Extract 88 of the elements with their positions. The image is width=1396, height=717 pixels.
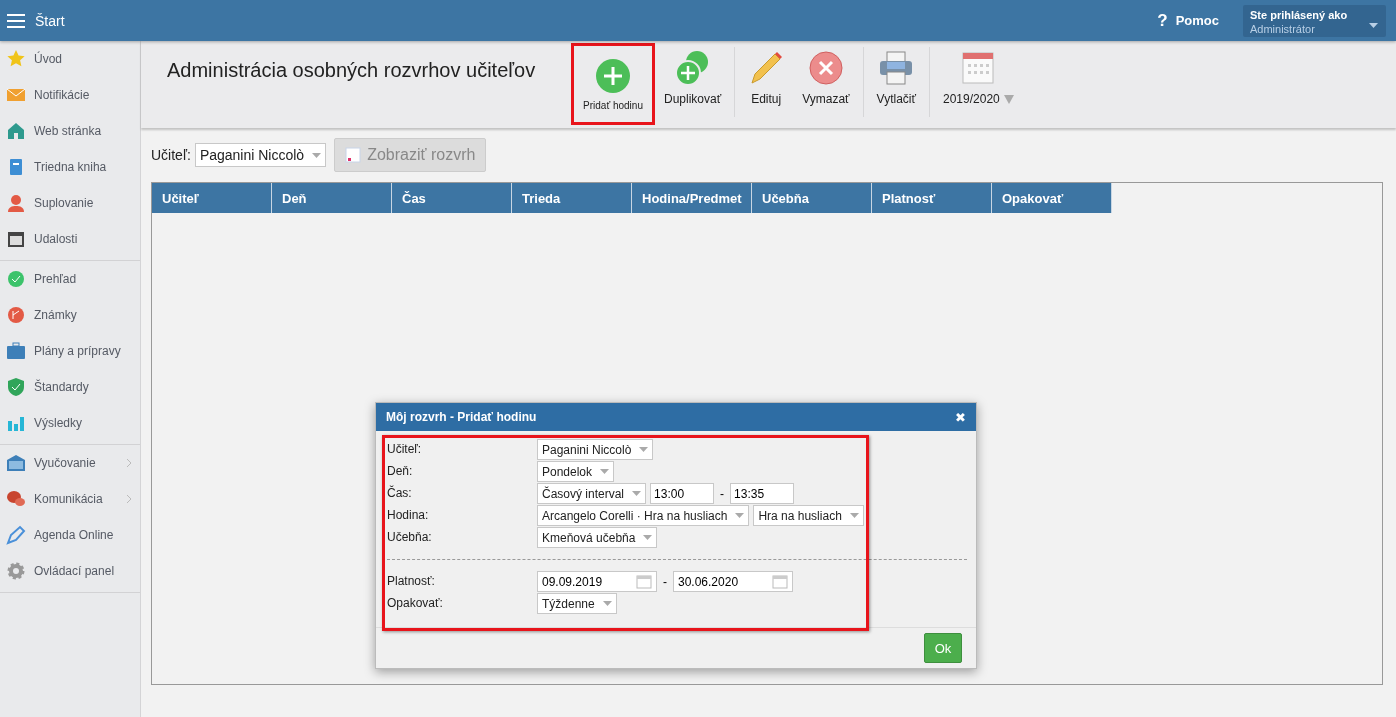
caret-icon	[632, 491, 642, 496]
select-field[interactable]: Arcangelo Corelli · Hra na husliach	[537, 505, 750, 526]
field-label: Čas:	[387, 484, 413, 500]
star-icon	[6, 49, 26, 69]
field-label: Učebňa:	[387, 529, 433, 544]
field-label: Platnosť:	[387, 573, 436, 588]
delete-icon	[807, 50, 844, 86]
toolbar-button[interactable]: Vytlačiť	[867, 47, 925, 117]
sidebar-item[interactable]: Prehľad	[0, 261, 140, 297]
sidebar-item[interactable]: Triedna kniha	[0, 149, 140, 185]
toolbar-button[interactable]: Vymazať	[793, 47, 859, 117]
select-field[interactable]: Týždenne	[537, 593, 617, 614]
toolbar-button[interactable]: Edituj	[739, 47, 794, 117]
select-field[interactable]: Kmeňová učebňa	[537, 527, 658, 548]
sidebar-item[interactable]: Udalosti	[0, 221, 140, 257]
user-menu[interactable]: Ste prihlásený ako Administrátor	[1243, 4, 1386, 37]
house-icon	[6, 121, 26, 141]
person-icon	[6, 193, 26, 213]
time-field[interactable]: 13:35	[730, 483, 795, 504]
sidebar-item[interactable]: Komunikácia	[0, 481, 140, 517]
select-field[interactable]: Hra na husliach	[753, 505, 864, 526]
date-field[interactable]: 09.09.2019	[537, 571, 657, 592]
menu-icon[interactable]	[7, 13, 25, 28]
calendar-icon[interactable]	[636, 574, 652, 589]
year-dropdown[interactable]: 2019/2020	[934, 47, 1023, 117]
select-field[interactable]: Pondelok	[537, 461, 615, 482]
briefcase-icon	[6, 341, 26, 361]
help-link[interactable]: Pomoc	[1175, 13, 1219, 28]
plus-icon	[595, 57, 631, 94]
caret-icon	[1369, 22, 1378, 28]
help-icon[interactable]: ?	[1157, 10, 1168, 31]
field-label: Opakovať:	[387, 595, 444, 610]
pen-icon	[6, 525, 26, 545]
calendar-icon[interactable]	[772, 574, 788, 589]
caret-icon	[643, 535, 653, 540]
sidebar-item[interactable]: Notifikácie	[0, 77, 140, 113]
caret-icon	[735, 513, 745, 518]
time-field[interactable]: 13:00	[650, 483, 715, 504]
select-field[interactable]: Časový interval	[537, 483, 647, 504]
column-header[interactable]: Hodina/Predmet	[632, 183, 752, 213]
sidebar-item[interactable]: Úvod	[0, 41, 140, 77]
calendar-icon	[6, 229, 26, 249]
column-header[interactable]: Učebňa	[752, 183, 872, 213]
column-header[interactable]: Trieda	[512, 183, 632, 213]
caret-icon	[312, 152, 322, 158]
page-title: Administrácia osobných rozvrhov učiteľov	[167, 59, 537, 82]
sidebar-item[interactable]: Ovládací panel	[0, 553, 140, 589]
dialog-title: Môj rozvrh - Pridať hodinu	[386, 410, 537, 424]
toolbar-button[interactable]: Pridať hodinu	[571, 43, 655, 125]
chat-icon	[6, 489, 26, 509]
sidebar-item[interactable]: Vyučovanie	[0, 445, 140, 481]
column-header[interactable]: Učiteľ	[152, 183, 272, 213]
menu-title[interactable]: Štart	[35, 12, 65, 29]
sidebar-item[interactable]: Výsledky	[0, 405, 140, 441]
sidebar-item[interactable]: Web stránka	[0, 113, 140, 149]
toolbar-button[interactable]: Duplikovať	[655, 47, 731, 117]
calendar-icon	[960, 50, 997, 86]
column-header[interactable]: Deň	[272, 183, 392, 213]
duplicate-icon	[674, 50, 711, 86]
caret-icon	[849, 513, 859, 518]
field-label: Deň:	[387, 463, 414, 478]
sidebar-item[interactable]: Plány a prípravy	[0, 333, 140, 369]
select-field[interactable]: Paganini Niccolò	[537, 439, 654, 460]
gear-icon	[6, 561, 26, 581]
range-dash: -	[663, 574, 667, 589]
caret-icon	[602, 601, 612, 606]
field-label: Hodina:	[387, 507, 430, 522]
field-label: Učiteľ:	[387, 441, 423, 456]
caret-icon	[1003, 94, 1014, 104]
check-icon	[6, 269, 26, 289]
column-header[interactable]: Čas	[392, 183, 512, 213]
column-header[interactable]: Platnosť	[872, 183, 992, 213]
sidebar-item[interactable]: Suplovanie	[0, 185, 140, 221]
teacher-label: Učiteľ:	[151, 147, 191, 163]
column-header[interactable]: Opakovať	[992, 183, 1112, 213]
caret-icon	[600, 469, 610, 474]
calendar-icon	[345, 147, 362, 163]
caret-icon	[639, 447, 649, 452]
sidebar-item[interactable]: Známky	[0, 297, 140, 333]
printer-icon	[878, 50, 915, 86]
shield-icon	[6, 377, 26, 397]
teacher-select[interactable]: Paganini Niccolò	[194, 143, 327, 167]
date-field[interactable]: 30.06.2020	[673, 571, 793, 592]
sidebar-item[interactable]: Štandardy	[0, 369, 140, 405]
range-dash: -	[720, 486, 725, 501]
close-button[interactable]: ✖	[955, 409, 966, 425]
pencil-icon	[748, 50, 785, 86]
sidebar-item[interactable]: Agenda Online	[0, 517, 140, 553]
